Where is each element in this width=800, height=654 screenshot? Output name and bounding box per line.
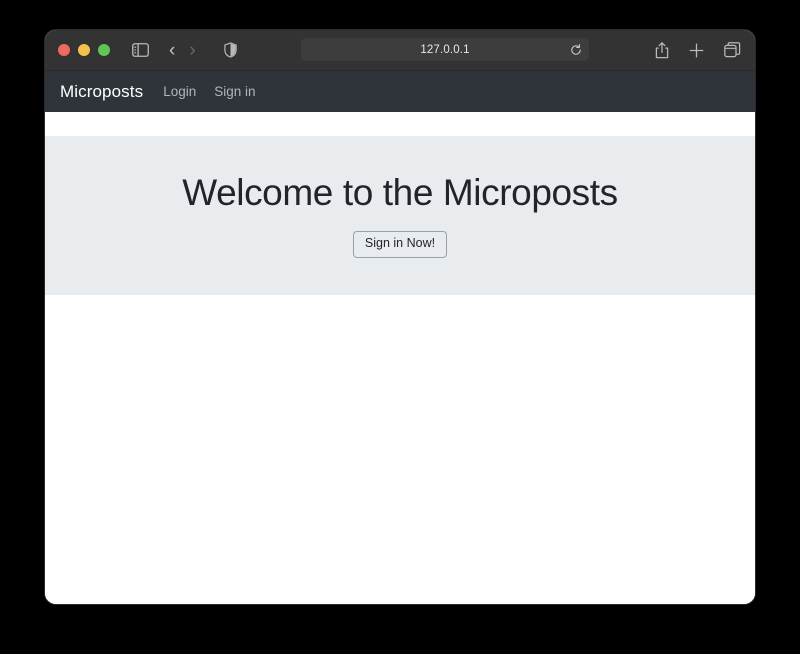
toolbar-right-actions bbox=[655, 30, 741, 70]
browser-toolbar: ‹ › 127.0.0.1 bbox=[45, 30, 755, 71]
page-title: Welcome to the Microposts bbox=[182, 171, 618, 213]
chevron-left-icon[interactable]: ‹ bbox=[169, 41, 175, 60]
hero-section: Welcome to the Microposts Sign in Now! bbox=[45, 136, 755, 295]
plus-icon[interactable] bbox=[689, 43, 704, 58]
nav-link-sign-in[interactable]: Sign in bbox=[214, 84, 255, 99]
close-window-button[interactable] bbox=[58, 44, 70, 56]
page-viewport: Microposts Login Sign in Welcome to the … bbox=[45, 71, 755, 604]
site-navbar: Microposts Login Sign in bbox=[45, 71, 755, 112]
brand-logo[interactable]: Microposts bbox=[60, 82, 143, 102]
window-controls bbox=[45, 44, 110, 56]
url-text: 127.0.0.1 bbox=[420, 43, 470, 56]
shield-icon[interactable] bbox=[223, 42, 237, 58]
browser-window: ‹ › 127.0.0.1 Microposts Login Sign in W… bbox=[45, 30, 755, 604]
minimize-window-button[interactable] bbox=[78, 44, 90, 56]
nav-link-login[interactable]: Login bbox=[163, 84, 196, 99]
reload-icon[interactable] bbox=[570, 43, 582, 56]
sign-in-now-button[interactable]: Sign in Now! bbox=[352, 231, 448, 259]
navigation-arrows: ‹ › bbox=[169, 41, 196, 60]
maximize-window-button[interactable] bbox=[98, 44, 110, 56]
main-content-area bbox=[45, 295, 755, 604]
tabs-overview-icon[interactable] bbox=[724, 42, 741, 58]
chevron-right-icon[interactable]: › bbox=[189, 41, 195, 60]
address-bar[interactable]: 127.0.0.1 bbox=[301, 38, 589, 61]
navbar-spacer bbox=[45, 112, 755, 136]
sidebar-icon[interactable] bbox=[132, 43, 149, 57]
screenshot-root: ‹ › 127.0.0.1 Microposts Login Sign in W… bbox=[0, 0, 800, 654]
share-icon[interactable] bbox=[655, 41, 669, 59]
navbar-links: Login Sign in bbox=[163, 84, 255, 99]
